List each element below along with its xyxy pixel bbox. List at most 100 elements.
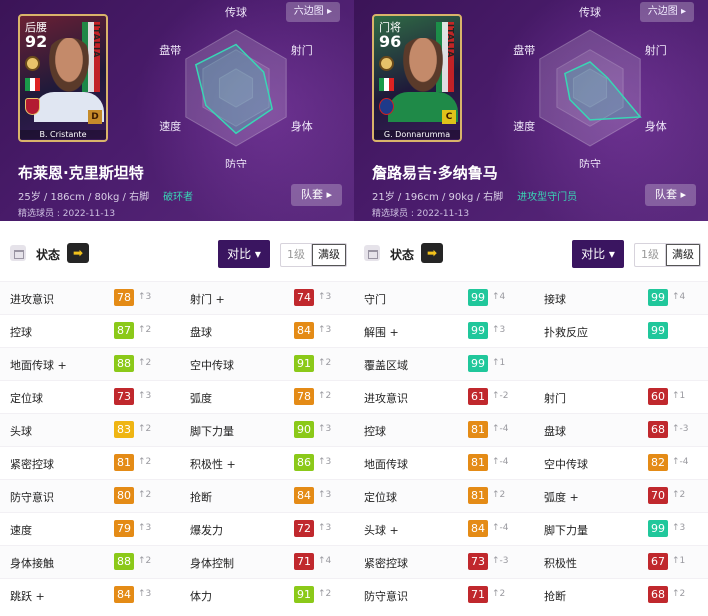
compare-button[interactable]: 对比 ▾ <box>572 240 624 268</box>
squad-button[interactable]: 队套 ▸ <box>290 184 342 206</box>
stat-label: 进攻意识 <box>10 293 54 306</box>
stat-delta: ↑2 <box>318 358 332 368</box>
radar-axis-label: 防守 <box>579 157 601 168</box>
player-card[interactable]: ITALIA 门将 96 C G. Donnarumma <box>372 14 462 142</box>
status-icon <box>10 245 26 261</box>
stat-delta: ↑2 <box>672 490 686 500</box>
stat-value: 81 <box>468 454 488 471</box>
stat-delta: ↑2 <box>138 556 152 566</box>
stat-cell: 扑救反应 99 <box>544 315 708 348</box>
squad-button[interactable]: 队套 ▸ <box>644 184 696 206</box>
level-1-option[interactable]: 1级 <box>281 244 311 266</box>
stat-label: 射门 + <box>190 293 225 306</box>
stat-cell: 守门 99 ↑4 <box>364 282 534 315</box>
radar-chart: 传球射门身体防守 速度 盘带 <box>513 5 667 168</box>
stat-cell: 定位球 81 ↑2 <box>364 480 534 513</box>
stat-value: 90 <box>294 421 314 438</box>
stat-label: 控球 <box>364 425 386 438</box>
stat-label: 紧密控球 <box>10 458 54 471</box>
stat-cell: 脚下力量 99 ↑3 <box>544 513 708 546</box>
stat-row: 地面传球 81 ↑-4 空中传球 82 ↑-4 <box>354 446 708 479</box>
stat-label: 盘球 <box>544 425 566 438</box>
stat-delta: ↑1 <box>672 556 686 566</box>
stat-delta: ↑2 <box>138 358 152 368</box>
stat-delta: ↑2 <box>318 589 332 599</box>
stat-cell: 身体接触 88 ↑2 <box>10 546 180 579</box>
status-arrow-button[interactable]: ➡ <box>421 243 443 263</box>
stat-row: 进攻意识 61 ↑-2 射门 60 ↑1 <box>354 380 708 413</box>
stat-delta: ↑-3 <box>492 556 509 566</box>
stat-label: 积极性 <box>544 557 577 570</box>
level-1-option[interactable]: 1级 <box>635 244 665 266</box>
stat-cell: 积极性 67 ↑1 <box>544 546 708 579</box>
stat-delta: ↑2 <box>138 457 152 467</box>
stat-delta: ↑3 <box>138 292 152 302</box>
stat-label: 身体接触 <box>10 557 54 570</box>
status-label: 状态 <box>36 248 61 262</box>
stat-cell: 弧度 78 ↑2 <box>190 381 354 414</box>
hexagon-button[interactable]: 六边图 ▸ <box>285 2 340 22</box>
stat-label: 定位球 <box>10 392 43 405</box>
stat-value: 74 <box>294 289 314 306</box>
stat-row: 守门 99 ↑4 接球 99 ↑4 <box>354 281 708 314</box>
card-overall: 92 <box>25 32 48 51</box>
player-role: 破环者 <box>163 192 194 203</box>
stat-value: 71 <box>468 586 488 603</box>
stat-cell: 覆盖区域 99 ↑1 <box>364 348 534 381</box>
stat-value: 60 <box>648 388 668 405</box>
player-role: 进攻型守门员 <box>517 192 578 203</box>
stat-label: 防守意识 <box>10 491 54 504</box>
stat-label: 定位球 <box>364 491 397 504</box>
stat-label: 扑救反应 <box>544 326 588 339</box>
style-badge-icon <box>25 56 40 71</box>
stat-value: 73 <box>468 553 488 570</box>
stat-delta: ↑3 <box>138 523 152 533</box>
radar-axis-label: 防守 <box>225 157 247 168</box>
stat-label: 地面传球 + <box>10 359 67 372</box>
player-portrait <box>44 38 94 100</box>
stat-cell: 防守意识 80 ↑2 <box>10 480 180 513</box>
stat-value: 91 <box>294 355 314 372</box>
stat-value: 79 <box>114 520 134 537</box>
stat-value: 73 <box>114 388 134 405</box>
stat-value: 71 <box>294 553 314 570</box>
stat-delta: ↑-3 <box>672 424 689 434</box>
max-level-option[interactable]: 满级 <box>311 244 346 266</box>
stat-row: 头球 83 ↑2 脚下力量 90 ↑3 <box>0 413 354 446</box>
stat-value: 70 <box>648 487 668 504</box>
stat-value: 99 <box>648 322 668 339</box>
stat-label: 弧度 <box>190 392 212 405</box>
radar-axis-label: 盘带 <box>513 43 535 57</box>
player-panel: ITALIA 门将 96 C G. Donnarumma 六边图 ▸ 传球 射门 身体 防守 速度盘… <box>354 0 708 616</box>
stat-delta: ↑3 <box>138 391 152 401</box>
stat-cell: 速度 79 ↑3 <box>10 513 180 546</box>
stat-delta: ↑3 <box>318 490 332 500</box>
stat-label: 抢断 <box>190 491 212 504</box>
stat-value: 81 <box>468 487 488 504</box>
stat-delta: ↑3 <box>318 523 332 533</box>
stat-cell: 体力 91 ↑2 <box>190 579 354 612</box>
featured-date: 精选球员 : 2022-11-13 <box>18 209 116 219</box>
stat-cell: 抢断 84 ↑3 <box>190 480 354 513</box>
stat-label: 射门 <box>544 392 566 405</box>
stat-delta: ↑1 <box>492 358 506 368</box>
status-arrow-button[interactable]: ➡ <box>67 243 89 263</box>
stat-value: 84 <box>294 322 314 339</box>
stat-row: 头球 + 84 ↑-4 脚下力量 99 ↑3 <box>354 512 708 545</box>
player-header: ITALIA 后腰 92 D B. Cristante 六边图 ▸ 传球 射门 身体 防守 速度 盘带… <box>0 0 354 221</box>
radar-axis-label: 传球 <box>579 5 601 19</box>
stat-cell: 脚下力量 90 ↑3 <box>190 414 354 447</box>
stats-toolbar: 状态 ➡ 对比 ▾ 1级 满级 <box>0 221 354 281</box>
compare-button[interactable]: 对比 ▾ <box>218 240 270 268</box>
stat-row: 身体接触 88 ↑2 身体控制 71 ↑4 <box>0 545 354 578</box>
stat-value: 78 <box>114 289 134 306</box>
max-level-option[interactable]: 满级 <box>665 244 700 266</box>
stat-value: 68 <box>648 586 668 603</box>
player-card[interactable]: ITALIA 后腰 92 D B. Cristante <box>18 14 108 142</box>
stat-delta: ↑2 <box>492 589 506 599</box>
stat-row: 定位球 81 ↑2 弧度 + 70 ↑2 <box>354 479 708 512</box>
stat-cell: 射门 60 ↑1 <box>544 381 708 414</box>
hexagon-button[interactable]: 六边图 ▸ <box>639 2 694 22</box>
stat-label: 覆盖区域 <box>364 359 408 372</box>
radar-axis-label: 盘带 <box>159 43 181 57</box>
